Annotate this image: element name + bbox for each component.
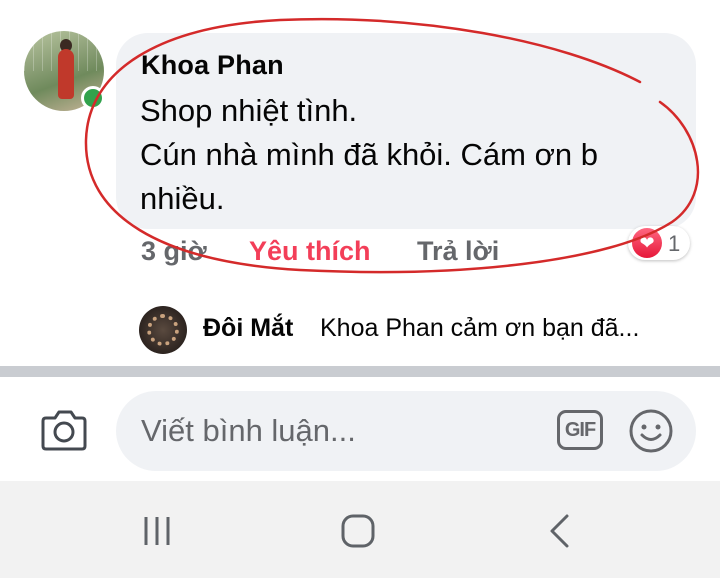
- comment-text-line: nhiều.: [140, 181, 225, 216]
- recent-apps-icon[interactable]: [140, 515, 174, 547]
- reply-author[interactable]: Đôi Mắt: [203, 314, 293, 343]
- comment-text-line: Shop nhiệt tình.: [140, 93, 358, 128]
- camera-icon[interactable]: [40, 408, 88, 452]
- reply-preview-text[interactable]: Khoa Phan cảm ơn bạn đã...: [320, 314, 639, 343]
- online-status-dot: [81, 86, 105, 110]
- section-divider: [0, 366, 720, 377]
- like-button[interactable]: Yêu thích: [249, 236, 371, 267]
- comment-author[interactable]: Khoa Phan: [141, 50, 284, 81]
- home-icon[interactable]: [340, 513, 376, 549]
- smiley-icon[interactable]: [628, 408, 674, 454]
- reply-button[interactable]: Trả lời: [417, 236, 499, 267]
- avatar-pattern: [147, 314, 179, 346]
- comment-input[interactable]: [116, 391, 696, 471]
- gif-button[interactable]: GIF: [557, 410, 603, 450]
- avatar-figure: [58, 49, 74, 99]
- comment-text-line: Cún nhà mình đã khỏi. Cám ơn b: [140, 137, 599, 172]
- reaction-count: 1: [668, 231, 681, 256]
- reply-avatar[interactable]: [139, 306, 187, 354]
- comment-timestamp: 3 giờ: [141, 236, 207, 266]
- heart-icon: ❤: [632, 228, 662, 258]
- back-icon[interactable]: [545, 513, 573, 549]
